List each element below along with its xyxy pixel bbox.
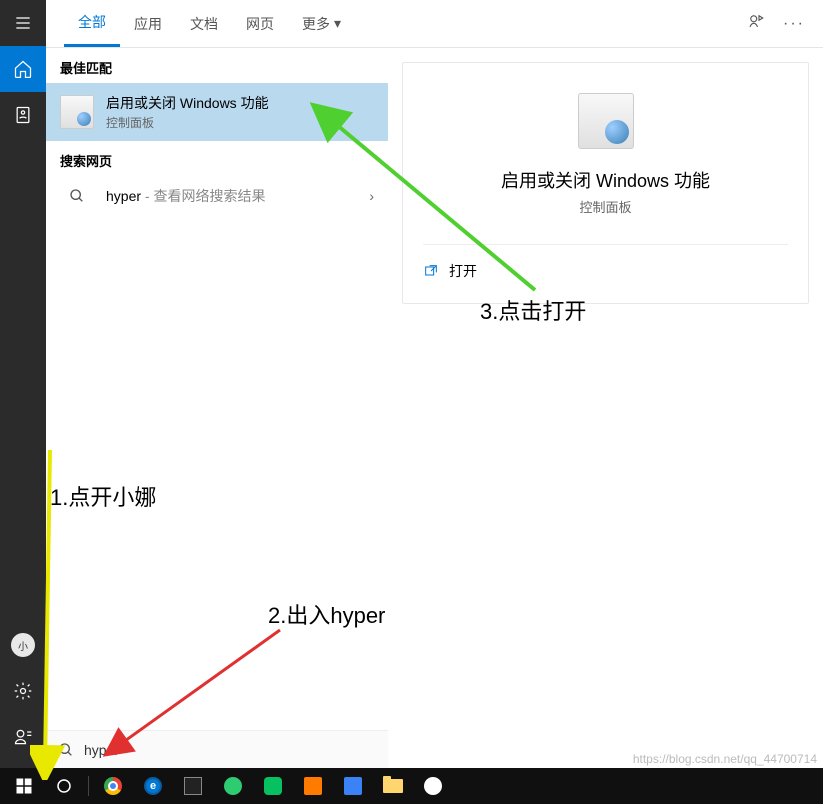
more-options-icon[interactable]: ···: [783, 15, 805, 33]
avatar-button[interactable]: 小: [0, 622, 46, 668]
tab-all[interactable]: 全部: [64, 0, 120, 47]
best-match-header: 最佳匹配: [46, 48, 388, 83]
taskbar-app-white[interactable]: [413, 768, 453, 804]
feedback-icon[interactable]: [747, 12, 765, 35]
taskbar: e: [0, 768, 823, 804]
notebook-button[interactable]: [0, 92, 46, 138]
tab-web[interactable]: 网页: [232, 0, 288, 47]
search-bar[interactable]: [46, 730, 388, 768]
result-subtitle: 控制面板: [106, 114, 374, 131]
web-query: hyper: [106, 188, 141, 204]
detail-card: 启用或关闭 Windows 功能 控制面板 打开: [402, 62, 809, 304]
taskbar-app-orange[interactable]: [293, 768, 333, 804]
chevron-down-icon: ▾: [334, 15, 341, 32]
tab-more[interactable]: 更多▾: [288, 0, 355, 47]
taskbar-app-blue[interactable]: [333, 768, 373, 804]
detail-subtitle: 控制面板: [423, 197, 788, 216]
cortana-sidebar: 小: [0, 0, 46, 768]
taskbar-terminal[interactable]: [173, 768, 213, 804]
menu-button[interactable]: [0, 0, 46, 46]
taskbar-wechat[interactable]: [253, 768, 293, 804]
home-button[interactable]: [0, 46, 46, 92]
tab-bar: 全部 应用 文档 网页 更多▾ ···: [46, 0, 823, 48]
watermark: https://blog.csdn.net/qq_44700714: [633, 752, 817, 766]
taskbar-chrome[interactable]: [93, 768, 133, 804]
cortana-button[interactable]: [44, 768, 84, 804]
taskbar-app-green[interactable]: [213, 768, 253, 804]
detail-title: 启用或关闭 Windows 功能: [423, 167, 788, 193]
taskbar-separator: [88, 776, 89, 796]
results-column: 最佳匹配 启用或关闭 Windows 功能 控制面板 搜索网页 hyper - …: [46, 48, 388, 768]
search-icon: [58, 742, 74, 758]
taskbar-explorer[interactable]: [373, 768, 413, 804]
search-panel: 全部 应用 文档 网页 更多▾ ··· 最佳匹配 启用或关闭 Windows 功…: [46, 0, 823, 768]
web-search-header: 搜索网页: [46, 141, 388, 176]
web-suffix: - 查看网络搜索结果: [141, 188, 265, 204]
web-search-result[interactable]: hyper - 查看网络搜索结果 ›: [46, 176, 388, 216]
open-action[interactable]: 打开: [423, 255, 788, 287]
open-label: 打开: [449, 261, 477, 281]
taskbar-edge[interactable]: e: [133, 768, 173, 804]
search-input[interactable]: [84, 742, 376, 758]
result-title: 启用或关闭 Windows 功能: [106, 93, 374, 113]
best-match-result[interactable]: 启用或关闭 Windows 功能 控制面板: [46, 83, 388, 141]
control-panel-icon: [60, 95, 94, 129]
tab-docs[interactable]: 文档: [176, 0, 232, 47]
chevron-right-icon: ›: [369, 188, 374, 204]
tab-apps[interactable]: 应用: [120, 0, 176, 47]
detail-column: 启用或关闭 Windows 功能 控制面板 打开: [388, 48, 823, 768]
search-icon: [60, 188, 94, 204]
start-button[interactable]: [4, 768, 44, 804]
settings-button[interactable]: [0, 668, 46, 714]
feedback-button[interactable]: [0, 714, 46, 760]
control-panel-icon: [423, 93, 788, 149]
